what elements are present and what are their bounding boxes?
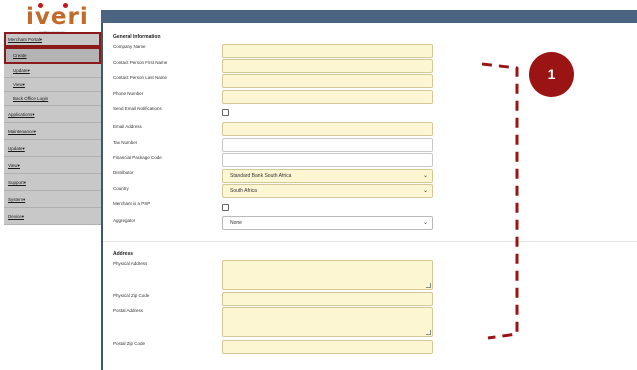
content-left-border <box>101 23 103 370</box>
logo-dot <box>63 3 68 8</box>
distributor-label: Distributor <box>113 170 134 175</box>
company-name-field[interactable] <box>222 44 433 58</box>
sidebar-item-view-2[interactable]: View▾ <box>4 157 101 174</box>
chevron-down-icon: ⌄ <box>422 173 428 179</box>
aggregator-label: Aggregator <box>113 218 136 223</box>
iveri-logo: iveri enabling commerce <box>26 3 89 34</box>
annotation-bracket <box>482 62 519 340</box>
sidebar-item-device[interactable]: Device▾ <box>4 208 101 225</box>
sidebar-item-create[interactable]: Create <box>4 47 101 64</box>
send-email-checkbox[interactable] <box>222 109 229 116</box>
send-email-label: Send Email Notifications <box>113 106 162 111</box>
sidebar-item-support[interactable]: Support▾ <box>4 174 101 191</box>
chevron-down-icon: ⌄ <box>422 188 428 194</box>
psp-label: Merchant is a PSP <box>113 201 151 206</box>
physical-address-label: Physical Address <box>113 261 148 266</box>
sidebar: iveri enabling commerce Merchant Portal▾… <box>0 0 101 370</box>
sidebar-item-maintenance[interactable]: Maintenance▾ <box>4 123 101 140</box>
country-select[interactable]: South Africa ⌄ <box>222 184 433 198</box>
sidebar-item-update[interactable]: Update▾ <box>4 64 101 78</box>
psp-checkbox[interactable] <box>222 204 229 211</box>
tax-label: Tax Number <box>113 140 138 145</box>
aggregator-select[interactable]: None ⌄ <box>222 216 433 230</box>
resize-grip-icon[interactable] <box>426 330 431 335</box>
tax-field[interactable] <box>222 138 433 152</box>
resize-grip-icon[interactable] <box>426 283 431 288</box>
postal-address-label: Postal Address <box>113 308 144 313</box>
physical-zip-field[interactable] <box>222 292 433 306</box>
postal-zip-field[interactable] <box>222 340 433 354</box>
sidebar-item-back-office-login[interactable]: Back Office Login <box>4 92 101 106</box>
phone-label: Phone Number <box>113 91 144 96</box>
last-name-label: Contact Person Last Name <box>113 75 168 80</box>
sidebar-item-merchant-portal[interactable]: Merchant Portal▾ <box>4 32 101 47</box>
sidebar-menu: Merchant Portal▾ Create Update▾ View▾ Ba… <box>4 32 101 225</box>
distributor-select[interactable]: Standard Bank South Africa ⌄ <box>222 169 433 183</box>
callout-badge: 1 <box>529 52 574 97</box>
first-name-field[interactable] <box>222 59 433 73</box>
sidebar-item-update-2[interactable]: Update▾ <box>4 140 101 157</box>
aggregator-value: None <box>230 220 242 226</box>
sidebar-item-view[interactable]: View▾ <box>4 78 101 92</box>
country-value: South Africa <box>230 188 257 194</box>
company-name-label: Company Name <box>113 44 146 49</box>
first-name-label: Contact Person First Name <box>113 60 168 65</box>
phone-field[interactable] <box>222 90 433 104</box>
sidebar-item-system[interactable]: System▾ <box>4 191 101 208</box>
financial-field[interactable] <box>222 153 433 167</box>
physical-zip-label: Physical Zip Code <box>113 293 150 298</box>
distributor-value: Standard Bank South Africa <box>230 173 292 179</box>
financial-label: Financial Package Code <box>113 155 162 160</box>
logo-text: iveri <box>26 4 89 30</box>
email-field[interactable] <box>222 122 433 136</box>
chevron-down-icon: ⌄ <box>422 220 428 226</box>
postal-zip-label: Postal Zip Code <box>113 341 146 346</box>
email-label: Email Address <box>113 124 142 129</box>
logo-dot <box>38 3 43 8</box>
address-heading: Address <box>113 251 134 257</box>
physical-address-field[interactable] <box>222 260 433 290</box>
section-divider <box>103 241 637 242</box>
top-bar <box>101 10 637 23</box>
country-label: Country <box>113 186 129 191</box>
sidebar-item-applications[interactable]: Applications▾ <box>4 106 101 123</box>
general-information-heading: General Information <box>113 34 161 40</box>
postal-address-field[interactable] <box>222 307 433 337</box>
last-name-field[interactable] <box>222 74 433 88</box>
